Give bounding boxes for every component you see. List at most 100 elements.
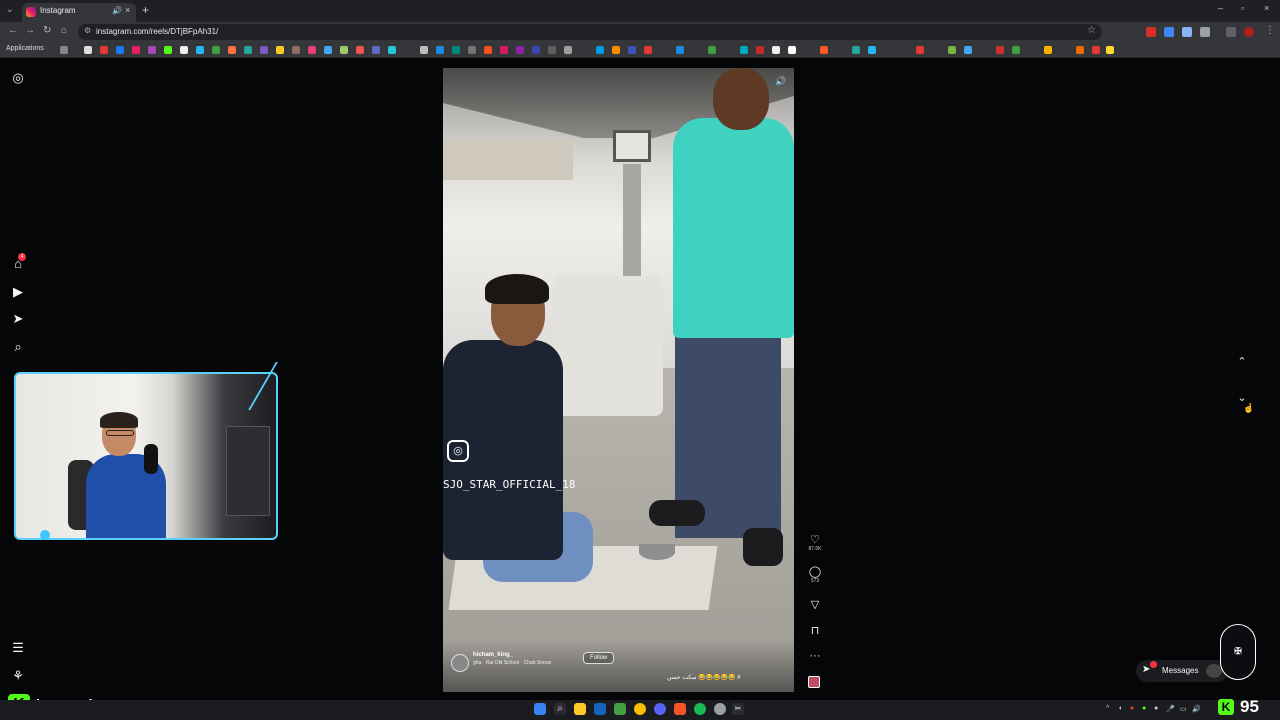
tray-overflow-icon[interactable]: ^ (1106, 705, 1109, 712)
bookmark-icon[interactable] (100, 46, 108, 54)
bookmark-icon[interactable] (996, 46, 1004, 54)
file-explorer-icon[interactable] (574, 703, 586, 715)
bookmark-icon[interactable] (276, 46, 284, 54)
bookmark-icon[interactable] (916, 46, 924, 54)
bookmark-icon[interactable] (772, 46, 780, 54)
tray-icon[interactable]: ● (1142, 705, 1146, 712)
save-action[interactable]: ⊓ (806, 625, 824, 637)
messages-icon[interactable]: ➤ (10, 311, 26, 327)
back-icon[interactable]: ← (8, 25, 18, 36)
bookmark-icon[interactable] (244, 46, 252, 54)
spotify-icon[interactable] (694, 703, 706, 715)
bookmark-icon[interactable] (228, 46, 236, 54)
minimize-icon[interactable]: – (1218, 3, 1223, 13)
bookmark-icon[interactable] (532, 46, 540, 54)
bookmark-icon[interactable] (372, 46, 380, 54)
discord-icon[interactable] (654, 703, 666, 715)
url-text[interactable]: instagram.com/reels/DTjBFpAh31/ (96, 27, 218, 36)
bookmark-icon[interactable] (148, 46, 156, 54)
bookmark-icon[interactable] (628, 46, 636, 54)
instagram-logo-icon[interactable]: ◎ (10, 70, 26, 86)
menu-icon[interactable]: ☰ (10, 640, 26, 656)
bookmark-icon[interactable] (436, 46, 444, 54)
bookmark-icon[interactable] (948, 46, 956, 54)
previous-reel-button[interactable]: ⌃ (1232, 352, 1252, 372)
audio-track[interactable]: gha · Rai Old School · Chab Snoun (473, 660, 551, 666)
comment-action[interactable]: ◯ 573 (806, 566, 824, 584)
app-icon[interactable] (594, 703, 606, 715)
close-window-icon[interactable]: × (1264, 3, 1269, 13)
bookmark-icon[interactable] (132, 46, 140, 54)
bookmark-icon[interactable] (1044, 46, 1052, 54)
share-icon[interactable]: ▽ (806, 599, 824, 611)
bookmark-icon[interactable] (1012, 46, 1020, 54)
bookmark-icon[interactable] (356, 46, 364, 54)
share-action[interactable]: ▽ (806, 599, 824, 611)
author-avatar[interactable] (451, 654, 469, 672)
like-action[interactable]: ♡ 87.6K (806, 534, 824, 552)
bookmark-icon[interactable] (260, 46, 268, 54)
bookmark-icon[interactable] (788, 46, 796, 54)
chrome-icon[interactable] (634, 703, 646, 715)
tab-instagram[interactable]: Instagram 🔊 × (22, 3, 136, 22)
tray-icon[interactable]: ● (1154, 705, 1158, 712)
maximize-icon[interactable]: ▫ (1241, 3, 1244, 13)
obs-icon[interactable] (714, 703, 726, 715)
bookmark-icon[interactable] (196, 46, 204, 54)
bookmark-icon[interactable] (484, 46, 492, 54)
xbox-icon[interactable] (614, 703, 626, 715)
site-info-icon[interactable]: ⚙ (84, 26, 91, 35)
search-icon[interactable]: ⌕ (554, 703, 566, 715)
home-icon[interactable]: ⌂ (61, 25, 67, 36)
bookmark-icon[interactable] (1092, 46, 1100, 54)
bookmark-icon[interactable] (676, 46, 684, 54)
new-tab-button[interactable]: + (142, 3, 149, 17)
bookmark-icon[interactable] (212, 46, 220, 54)
heart-icon[interactable]: ♡ (806, 534, 824, 546)
more-action[interactable]: ··· (806, 650, 824, 662)
meta-icon[interactable]: ⚘ (10, 668, 26, 684)
bookmark-applications[interactable]: Applications (6, 45, 44, 52)
bookmark-icon[interactable] (340, 46, 348, 54)
audio-thumbnail[interactable] (808, 676, 820, 688)
forward-icon[interactable]: → (25, 25, 35, 36)
start-icon[interactable] (534, 703, 546, 715)
capcut-icon[interactable]: ✂ (732, 703, 744, 715)
microphone-tray-icon[interactable]: 🎤 (1166, 705, 1175, 713)
bookmark-icon[interactable] (500, 46, 508, 54)
bookmark-icon[interactable] (564, 46, 572, 54)
reel-video[interactable]: ◎ SJO_STAR_OFFICIAL_18 🔊 hicham_king_ gh… (443, 68, 794, 692)
reels-icon[interactable]: ▶ (10, 284, 26, 300)
sidebar-toggle-icon[interactable] (1226, 27, 1236, 37)
menu-icon[interactable]: ⋮ (1265, 25, 1275, 36)
bookmark-icon[interactable] (308, 46, 316, 54)
tray-icon[interactable]: ● (1130, 705, 1134, 712)
bookmark-icon[interactable] (756, 46, 764, 54)
author-username[interactable]: hicham_king_ (473, 652, 513, 658)
bookmark-icon[interactable] (468, 46, 476, 54)
follow-button[interactable]: Follow (583, 652, 615, 664)
tab-close-icon[interactable]: × (125, 5, 130, 15)
network-icon[interactable]: ▭ (1180, 705, 1187, 713)
bookmark-icon[interactable] (964, 46, 972, 54)
comment-icon[interactable]: ◯ (806, 566, 824, 578)
bookmark-icon[interactable] (84, 46, 92, 54)
bookmark-icon[interactable] (116, 46, 124, 54)
search-icon[interactable]: ⌕ (10, 339, 26, 355)
bookmark-icon[interactable] (596, 46, 604, 54)
extension-icon[interactable] (1164, 27, 1174, 37)
volume-icon[interactable]: 🔊 (774, 74, 788, 88)
bookmark-icon[interactable] (180, 46, 188, 54)
address-bar[interactable]: ⚙ instagram.com/reels/DTjBFpAh31/ ☆ (78, 24, 1102, 40)
reel-caption[interactable]: سكت حسن 😂😂😂😂😂 # (667, 674, 741, 681)
bookmark-icon[interactable] (868, 46, 876, 54)
bookmark-icon[interactable] (388, 46, 396, 54)
reload-icon[interactable]: ↻ (43, 25, 51, 36)
bookmark-icon[interactable] (548, 46, 556, 54)
bookmark-icon[interactable] (852, 46, 860, 54)
more-options-icon[interactable]: ··· (806, 650, 824, 662)
bookmark-icon[interactable] (164, 46, 172, 54)
speaker-icon[interactable]: 🔊 (112, 6, 122, 15)
tray-icon[interactable]: ◖ (1118, 705, 1122, 712)
extensions-puzzle-icon[interactable] (1200, 27, 1210, 37)
